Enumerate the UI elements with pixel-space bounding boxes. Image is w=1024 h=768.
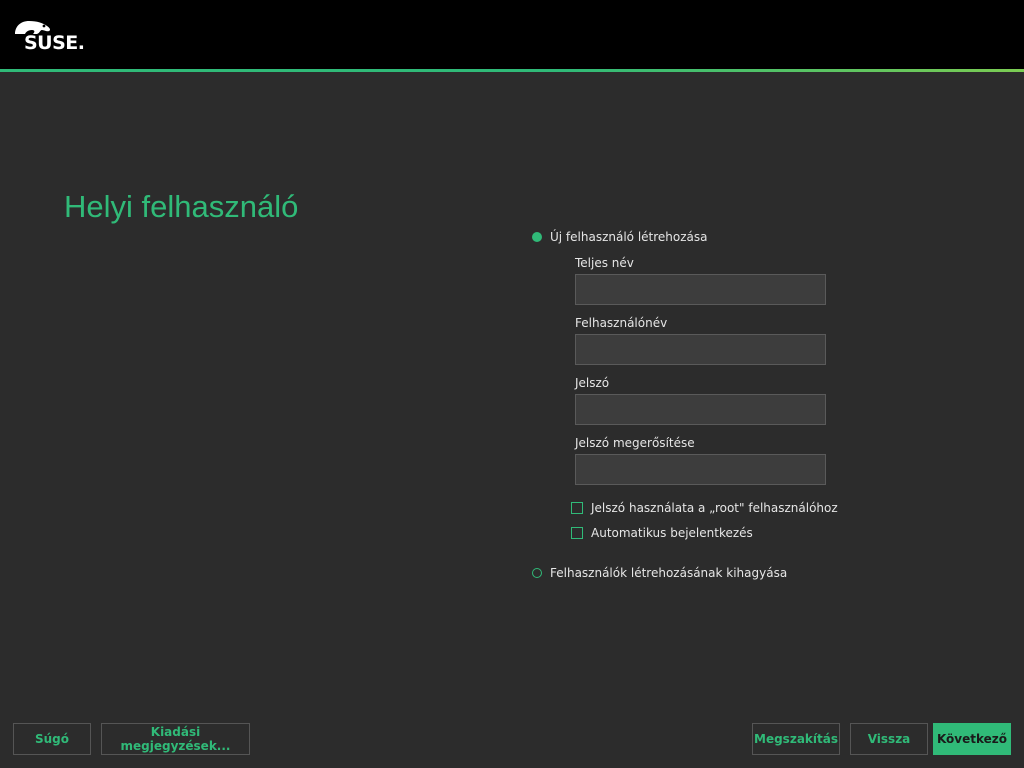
help-button[interactable]: Súgó xyxy=(13,723,91,755)
username-label: Felhasználónév xyxy=(575,316,668,330)
password-confirm-label: Jelszó megerősítése xyxy=(575,436,695,450)
full-name-label: Teljes név xyxy=(575,256,634,270)
checkbox-unchecked-icon xyxy=(571,502,583,514)
checkbox-use-for-root[interactable]: Jelszó használata a „root" felhasználóho… xyxy=(571,501,838,515)
radio-skip-user-creation-label: Felhasználók létrehozásának kihagyása xyxy=(550,566,788,580)
header-accent-stripe xyxy=(0,69,1024,72)
checkbox-unchecked-icon xyxy=(571,527,583,539)
radio-skip-user-creation[interactable]: Felhasználók létrehozásának kihagyása xyxy=(532,566,787,580)
page-title: Helyi felhasználó xyxy=(64,189,299,224)
password-input[interactable] xyxy=(575,394,826,425)
abort-button[interactable]: Megszakítás xyxy=(752,723,840,755)
password-label: Jelszó xyxy=(575,376,610,390)
checkbox-use-for-root-label: Jelszó használata a „root" felhasználóho… xyxy=(591,501,838,515)
top-header-bar: SUSE. xyxy=(0,0,1024,69)
radio-create-new-user[interactable]: Új felhasználó létrehozása xyxy=(532,230,708,244)
release-notes-button[interactable]: Kiadási megjegyzések... xyxy=(101,723,250,755)
full-name-input[interactable] xyxy=(575,274,826,305)
checkbox-autologin-label: Automatikus bejelentkezés xyxy=(591,526,753,540)
radio-create-new-user-label: Új felhasználó létrehozása xyxy=(550,230,708,244)
checkbox-autologin[interactable]: Automatikus bejelentkezés xyxy=(571,526,753,540)
suse-logo: SUSE. xyxy=(13,18,89,54)
next-button[interactable]: Következő xyxy=(933,723,1011,755)
password-confirm-input[interactable] xyxy=(575,454,826,485)
radio-checked-icon xyxy=(532,232,542,242)
suse-logo-text: SUSE. xyxy=(24,32,85,54)
back-button[interactable]: Vissza xyxy=(850,723,928,755)
radio-unchecked-icon xyxy=(532,568,542,578)
username-input[interactable] xyxy=(575,334,826,365)
